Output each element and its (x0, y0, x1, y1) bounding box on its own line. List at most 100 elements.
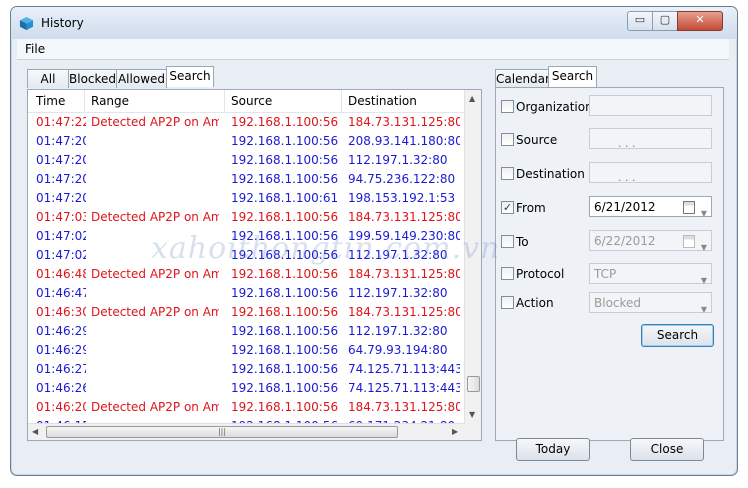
organization-label: Organization (516, 100, 593, 114)
cell-destination: 184.73.131.125:80 (348, 267, 460, 281)
cell-source: 192.168.1.100:56147 (231, 153, 339, 167)
cell-time: 01:47:20 (36, 191, 86, 205)
table-row[interactable]: 01:46:29 192.168.1.100:56131 112.197.1.32:… (28, 322, 465, 341)
cell-destination: 94.75.236.122:80 (348, 172, 456, 186)
horizontal-scroll-thumb[interactable]: ||| (46, 426, 398, 438)
chevron-down-icon[interactable]: ▼ (701, 299, 707, 320)
column-destination[interactable]: Destination (348, 94, 417, 108)
cell-destination: 208.93.141.180:80 (348, 134, 460, 148)
calendar-icon[interactable] (683, 201, 695, 214)
table-row[interactable]: 01:47:22 Detected AP2P on Am... 192.168.1.… (28, 113, 465, 132)
tab-search-filter[interactable]: Search (548, 66, 597, 87)
table-row[interactable]: 01:47:20 192.168.1.100:56149 208.93.141.18… (28, 132, 465, 151)
chevron-down-icon[interactable]: ▼ (701, 270, 707, 291)
chevron-down-icon[interactable]: ▼ (701, 203, 707, 224)
cell-source: 192.168.1.100:56125 (231, 400, 339, 414)
cell-time: 01:46:29 (36, 324, 86, 338)
source-ip-field[interactable]: . . . (589, 128, 712, 150)
cell-destination: 198.153.192.1:53 (348, 191, 456, 205)
table-row[interactable]: 01:46:30 Detected AP2P on Am... 192.168.1.… (28, 303, 465, 322)
table-row[interactable]: 01:47:02 192.168.1.100:56139 112.197.1.32:… (28, 246, 465, 265)
to-checkbox[interactable] (501, 235, 514, 248)
to-label: To (516, 235, 529, 249)
cell-source: 192.168.1.100:56145 (231, 172, 339, 186)
organization-field[interactable] (589, 95, 712, 116)
cell-source: 192.168.1.100:56127 (231, 362, 339, 376)
table-row[interactable]: 01:47:20 192.168.1.100:56147 112.197.1.32:… (28, 151, 465, 170)
menu-file[interactable]: File (25, 42, 45, 56)
cell-destination: 184.73.131.125:80 (348, 400, 460, 414)
to-date-value: 6/22/2012 (594, 234, 656, 248)
from-date-value: 6/21/2012 (594, 200, 656, 214)
history-window: History ▭ ▢ ✕ File All Blocked Allowed S… (10, 6, 738, 476)
table-row[interactable]: 01:47:03 Detected AP2P on Am... 192.168.1.… (28, 208, 465, 227)
scroll-left-icon[interactable]: ◀ (32, 427, 38, 436)
today-button[interactable]: Today (516, 438, 590, 461)
protocol-select[interactable]: TCP ▼ (589, 263, 712, 285)
vertical-scroll-thumb[interactable] (467, 376, 480, 392)
destination-ip-field[interactable]: . . . (589, 162, 712, 184)
calendar-icon[interactable] (683, 235, 695, 248)
search-button[interactable]: Search (641, 324, 714, 347)
to-date-picker[interactable]: 6/22/2012 ▼ (589, 230, 712, 252)
from-date-picker[interactable]: 6/21/2012 ▼ (589, 196, 712, 218)
cell-range: Detected AP2P on Am... (91, 115, 219, 129)
cell-destination: 74.125.71.113:443 (348, 362, 460, 376)
column-range[interactable]: Range (91, 94, 129, 108)
maximize-button[interactable]: ▢ (652, 11, 678, 31)
table-row[interactable]: 01:47:20 192.168.1.100:61787 198.153.192.1… (28, 189, 465, 208)
table-row[interactable]: 01:46:27 192.168.1.100:56127 74.125.71.113… (28, 360, 465, 379)
table-row[interactable]: 01:47:20 192.168.1.100:56145 94.75.236.122… (28, 170, 465, 189)
cell-destination: 112.197.1.32:80 (348, 248, 448, 262)
cell-time: 01:47:20 (36, 153, 86, 167)
destination-label: Destination (516, 167, 585, 181)
app-cube-icon (19, 16, 34, 31)
cell-source: 192.168.1.100:56143 (231, 210, 339, 224)
organization-checkbox[interactable] (501, 100, 514, 113)
tab-blocked[interactable]: Blocked (68, 69, 117, 88)
scroll-down-icon[interactable]: ▼ (469, 410, 475, 419)
table-row[interactable]: 01:46:47 192.168.1.100:56135 112.197.1.32:… (28, 284, 465, 303)
tab-allowed[interactable]: Allowed (116, 69, 167, 88)
protocol-label: Protocol (516, 267, 565, 281)
chevron-down-icon[interactable]: ▼ (701, 237, 707, 258)
cell-destination: 112.197.1.32:80 (348, 153, 448, 167)
source-checkbox[interactable] (501, 133, 514, 146)
action-select[interactable]: Blocked ▼ (589, 292, 712, 314)
table-row[interactable]: 01:46:29 192.168.1.100:56129 64.79.93.194:… (28, 341, 465, 360)
cell-time: 01:47:02 (36, 248, 86, 262)
cell-range: Detected AP2P on Am... (91, 400, 219, 414)
from-checkbox[interactable]: ✓ (501, 201, 514, 214)
cell-source: 192.168.1.100:56129 (231, 343, 339, 357)
vertical-scrollbar[interactable]: ▲ ▼ (464, 90, 481, 440)
column-time[interactable]: Time (36, 94, 65, 108)
table-row[interactable]: 01:47:02 192.168.1.100:56141 199.59.149.23… (28, 227, 465, 246)
table-row[interactable]: 01:46:48 Detected AP2P on Am... 192.168.1.… (28, 265, 465, 284)
tab-search[interactable]: Search (166, 66, 214, 87)
column-source[interactable]: Source (231, 94, 272, 108)
cell-time: 01:46:26 (36, 381, 86, 395)
window-title: History (41, 16, 84, 30)
table-row[interactable]: 01:46:20 Detected AP2P on Am... 192.168.1.… (28, 398, 465, 417)
protocol-checkbox[interactable] (501, 267, 514, 280)
source-ip-separators: . . . (618, 137, 636, 150)
cell-destination: 184.73.131.125:80 (348, 115, 460, 129)
action-checkbox[interactable] (501, 296, 514, 309)
scroll-up-icon[interactable]: ▲ (469, 94, 475, 103)
table-row[interactable]: 01:46:26 192.168.1.100:56126 74.125.71.113… (28, 379, 465, 398)
destination-checkbox[interactable] (501, 167, 514, 180)
cell-time: 01:46:29 (36, 343, 86, 357)
tab-all[interactable]: All (27, 69, 69, 88)
cell-source: 192.168.1.100:56139 (231, 248, 339, 262)
close-button[interactable]: Close (630, 438, 704, 461)
tab-calendar[interactable]: Calendar (495, 69, 550, 88)
minimize-button[interactable]: ▭ (627, 11, 653, 31)
cell-source: 192.168.1.100:56141 (231, 229, 339, 243)
cell-source: 192.168.1.100:56149 (231, 134, 339, 148)
cell-range: Detected AP2P on Am... (91, 210, 219, 224)
title-bar: History ▭ ▢ ✕ (11, 7, 737, 39)
cell-destination: 184.73.131.125:80 (348, 210, 460, 224)
close-window-button[interactable]: ✕ (677, 11, 723, 31)
horizontal-scrollbar[interactable]: ◀ ||| ▶ (28, 423, 465, 440)
scroll-right-icon[interactable]: ▶ (452, 427, 458, 436)
